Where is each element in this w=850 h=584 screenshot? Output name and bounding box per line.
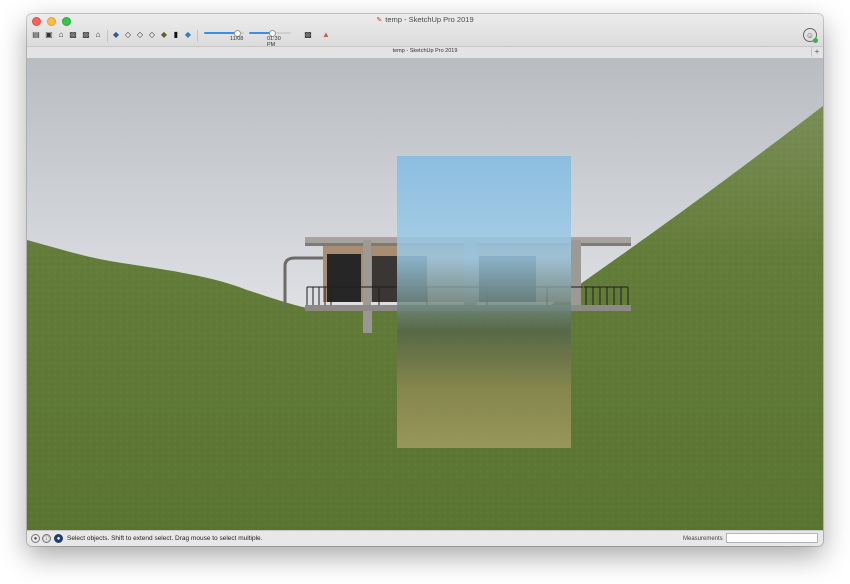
- section-plane-icon[interactable]: ▲: [320, 30, 332, 40]
- hidden-line-style-icon[interactable]: ◇: [135, 30, 145, 40]
- account-icon[interactable]: ☺: [803, 28, 818, 43]
- toolbar-separator: [107, 30, 108, 42]
- measurements-label: Measurements: [683, 536, 723, 542]
- house-support-pillar: [363, 311, 372, 333]
- status-instruction-text: Select objects. Shift to extend select. …: [67, 535, 263, 542]
- toolbar-separator: [197, 30, 198, 42]
- shadows-toggle-icon[interactable]: ◆: [183, 30, 193, 40]
- iso-view-icon[interactable]: ▤: [31, 30, 41, 40]
- shadow-date-value: 11/08: [230, 36, 244, 42]
- status-bar: ● ⓘ ● Select objects. Shift to extend se…: [27, 530, 823, 546]
- credits-icon[interactable]: ⓘ: [42, 534, 51, 543]
- shaded-texture-style-icon[interactable]: ◆: [159, 30, 169, 40]
- top-view-icon[interactable]: ▣: [44, 30, 54, 40]
- house-column-left: [363, 240, 371, 306]
- front-view-icon[interactable]: ⌂: [56, 30, 66, 40]
- window-title: ✎ temp - SketchUp Pro 2019: [27, 15, 823, 24]
- shadow-date-slider-fill: [204, 32, 237, 34]
- user-profile-icon[interactable]: ●: [54, 534, 63, 543]
- shadow-date-slider[interactable]: [204, 30, 244, 37]
- sketchup-window: ✎ temp - SketchUp Pro 2019 ▤ ▣ ⌂ ▩ ▩ ⌂ ◆ …: [27, 14, 823, 546]
- back-view-icon[interactable]: ▩: [81, 30, 91, 40]
- scene-canvas[interactable]: [27, 58, 823, 530]
- window-title-text: temp - SketchUp Pro 2019: [385, 15, 474, 24]
- geo-location-icon[interactable]: ●: [31, 534, 40, 543]
- title-bar: ✎ temp - SketchUp Pro 2019 ▤ ▣ ⌂ ▩ ▩ ⌂ ◆ …: [27, 14, 823, 48]
- document-icon: ✎: [376, 17, 383, 24]
- section-plane[interactable]: [397, 156, 571, 448]
- monochrome-style-icon[interactable]: ▮: [171, 30, 181, 40]
- xray-style-icon[interactable]: ◆: [111, 30, 121, 40]
- document-tab[interactable]: temp - SketchUp Pro 2019: [27, 48, 823, 54]
- fog-icon[interactable]: ▩: [302, 30, 314, 40]
- measurements-input[interactable]: [726, 533, 818, 543]
- account-status-badge: [813, 38, 818, 43]
- house-column-right: [571, 240, 581, 306]
- house-window-left: [327, 254, 361, 302]
- shadow-time-slider[interactable]: [249, 30, 291, 37]
- shaded-style-icon[interactable]: ◇: [147, 30, 157, 40]
- model-viewport[interactable]: [27, 58, 823, 530]
- new-tab-button[interactable]: +: [811, 47, 822, 57]
- right-view-icon[interactable]: ▩: [68, 30, 78, 40]
- left-view-icon[interactable]: ⌂: [93, 30, 103, 40]
- wireframe-style-icon[interactable]: ◇: [123, 30, 133, 40]
